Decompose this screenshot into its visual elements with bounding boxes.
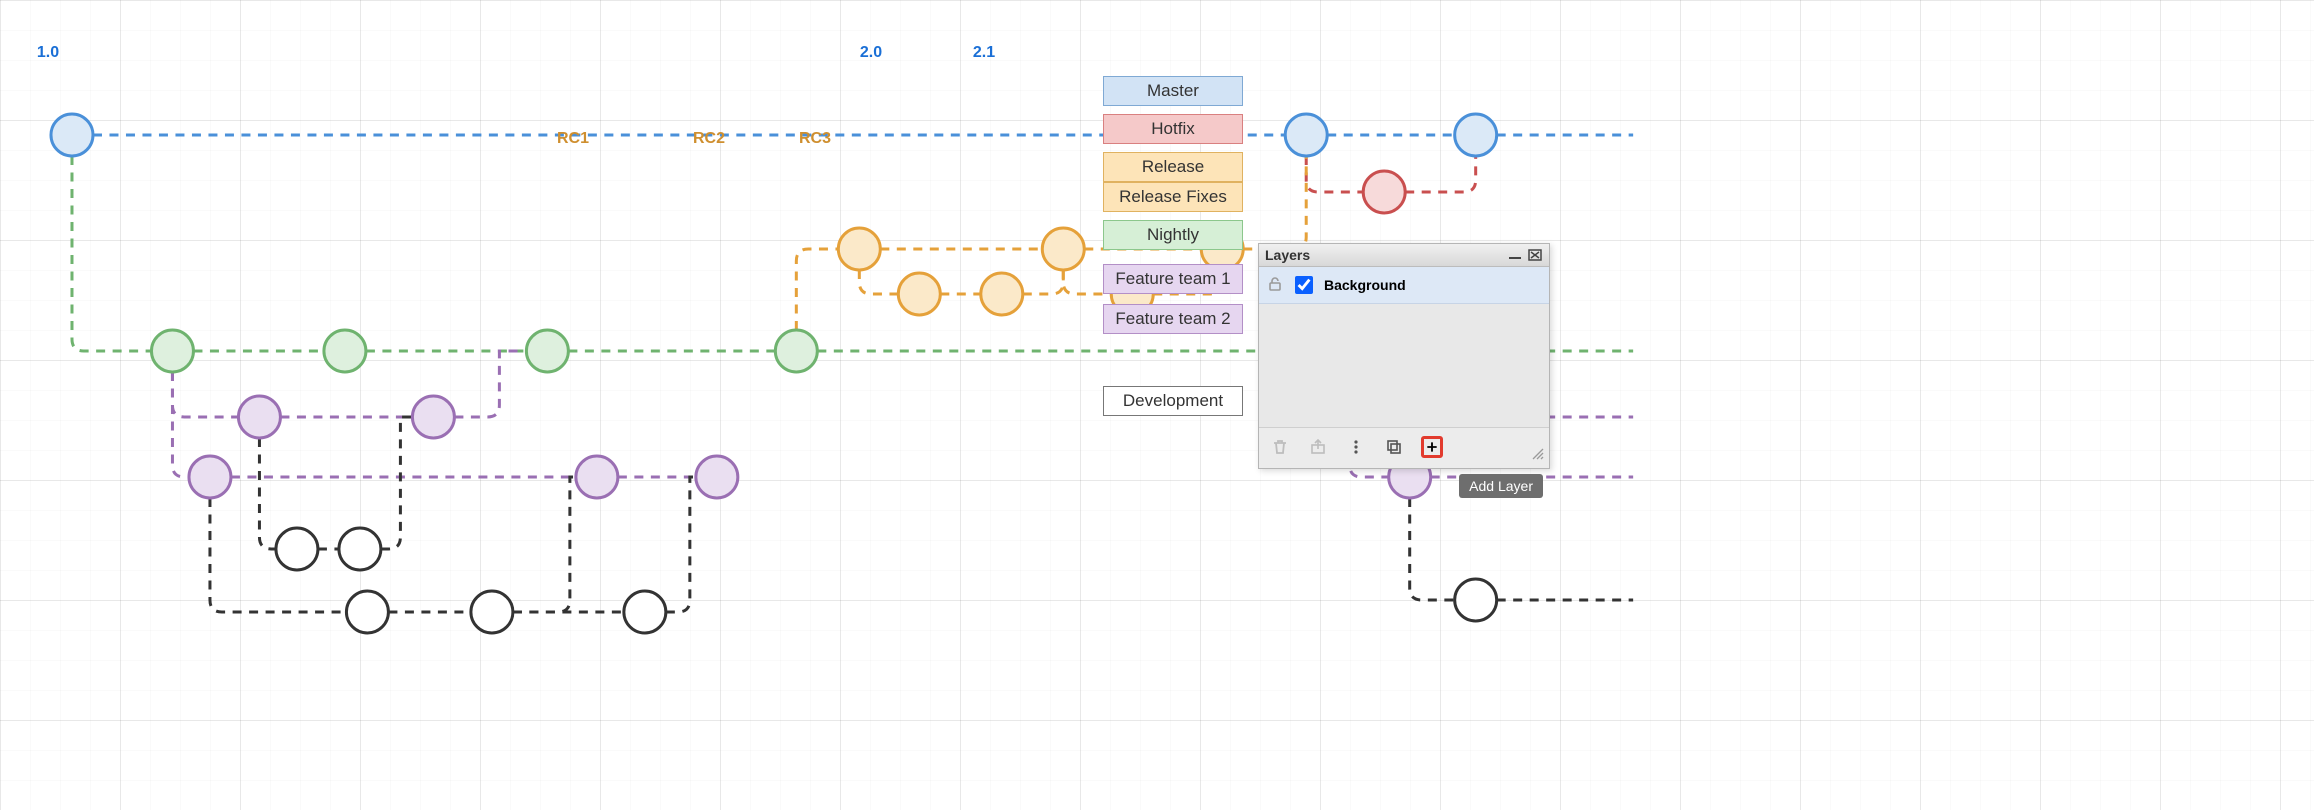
node-label: RC1 bbox=[557, 130, 589, 148]
edge bbox=[72, 156, 151, 351]
node-label: 2.1 bbox=[973, 44, 995, 62]
branch-label-dev[interactable]: Development bbox=[1103, 386, 1243, 416]
commit-node[interactable] bbox=[526, 330, 568, 372]
edge bbox=[172, 372, 238, 417]
edge bbox=[259, 438, 275, 549]
commit-node[interactable] bbox=[576, 456, 618, 498]
lock-open-icon[interactable] bbox=[1267, 276, 1283, 295]
edge bbox=[1306, 156, 1363, 192]
layers-toolbar: Add Layer bbox=[1259, 427, 1549, 468]
more-icon[interactable] bbox=[1345, 436, 1367, 458]
commit-node[interactable] bbox=[238, 396, 280, 438]
branch-label-master[interactable]: Master bbox=[1103, 76, 1243, 106]
node-label: 1.0 bbox=[37, 44, 59, 62]
commit-node[interactable] bbox=[339, 528, 381, 570]
layers-list: Background bbox=[1259, 267, 1549, 427]
branch-label-relfix[interactable]: Release Fixes bbox=[1103, 182, 1243, 212]
edge bbox=[172, 372, 188, 477]
commit-node[interactable] bbox=[51, 114, 93, 156]
branch-label-feat2[interactable]: Feature team 2 bbox=[1103, 304, 1243, 334]
commit-node[interactable] bbox=[151, 330, 193, 372]
close-icon[interactable] bbox=[1527, 248, 1543, 262]
layers-panel-title: Layers bbox=[1265, 247, 1310, 263]
commit-node[interactable] bbox=[898, 273, 940, 315]
commit-node[interactable] bbox=[412, 396, 454, 438]
edge bbox=[1023, 270, 1063, 294]
commit-node[interactable] bbox=[1042, 228, 1084, 270]
edge bbox=[859, 270, 898, 294]
commit-node[interactable] bbox=[1285, 114, 1327, 156]
commit-node[interactable] bbox=[276, 528, 318, 570]
commit-node[interactable] bbox=[346, 591, 388, 633]
layers-panel-titlebar[interactable]: Layers bbox=[1259, 244, 1549, 267]
commit-node[interactable] bbox=[324, 330, 366, 372]
branch-label-hotfix[interactable]: Hotfix bbox=[1103, 114, 1243, 144]
layer-name: Background bbox=[1324, 277, 1406, 293]
commit-node[interactable] bbox=[981, 273, 1023, 315]
minimize-icon[interactable] bbox=[1507, 248, 1523, 262]
edge bbox=[1410, 498, 1455, 600]
export-layer-icon bbox=[1307, 436, 1329, 458]
layer-visibility-checkbox[interactable] bbox=[1295, 276, 1313, 294]
node-label: 2.0 bbox=[860, 44, 882, 62]
edge bbox=[513, 477, 597, 612]
edge bbox=[1243, 156, 1306, 249]
commit-node[interactable] bbox=[189, 456, 231, 498]
add-layer-icon[interactable] bbox=[1421, 436, 1443, 458]
layer-row[interactable]: Background bbox=[1259, 267, 1549, 304]
edge bbox=[1405, 156, 1475, 192]
delete-layer-icon bbox=[1269, 436, 1291, 458]
commit-node[interactable] bbox=[1363, 171, 1405, 213]
commit-node[interactable] bbox=[471, 591, 513, 633]
commit-node[interactable] bbox=[838, 228, 880, 270]
commit-node[interactable] bbox=[1455, 114, 1497, 156]
commit-node[interactable] bbox=[1455, 579, 1497, 621]
node-label: RC2 bbox=[693, 130, 725, 148]
duplicate-layer-icon[interactable] bbox=[1383, 436, 1405, 458]
branch-label-nightly[interactable]: Nightly bbox=[1103, 220, 1243, 250]
edge bbox=[796, 249, 838, 330]
commit-node[interactable] bbox=[624, 591, 666, 633]
add-layer-tooltip: Add Layer bbox=[1459, 474, 1543, 498]
resize-grip-icon[interactable] bbox=[1531, 447, 1545, 464]
layers-panel[interactable]: Layers Background bbox=[1258, 243, 1550, 469]
branch-label-feat1[interactable]: Feature team 1 bbox=[1103, 264, 1243, 294]
branch-label-release[interactable]: Release bbox=[1103, 152, 1243, 182]
commit-node[interactable] bbox=[696, 456, 738, 498]
node-label: RC3 bbox=[799, 130, 831, 148]
commit-node[interactable] bbox=[775, 330, 817, 372]
